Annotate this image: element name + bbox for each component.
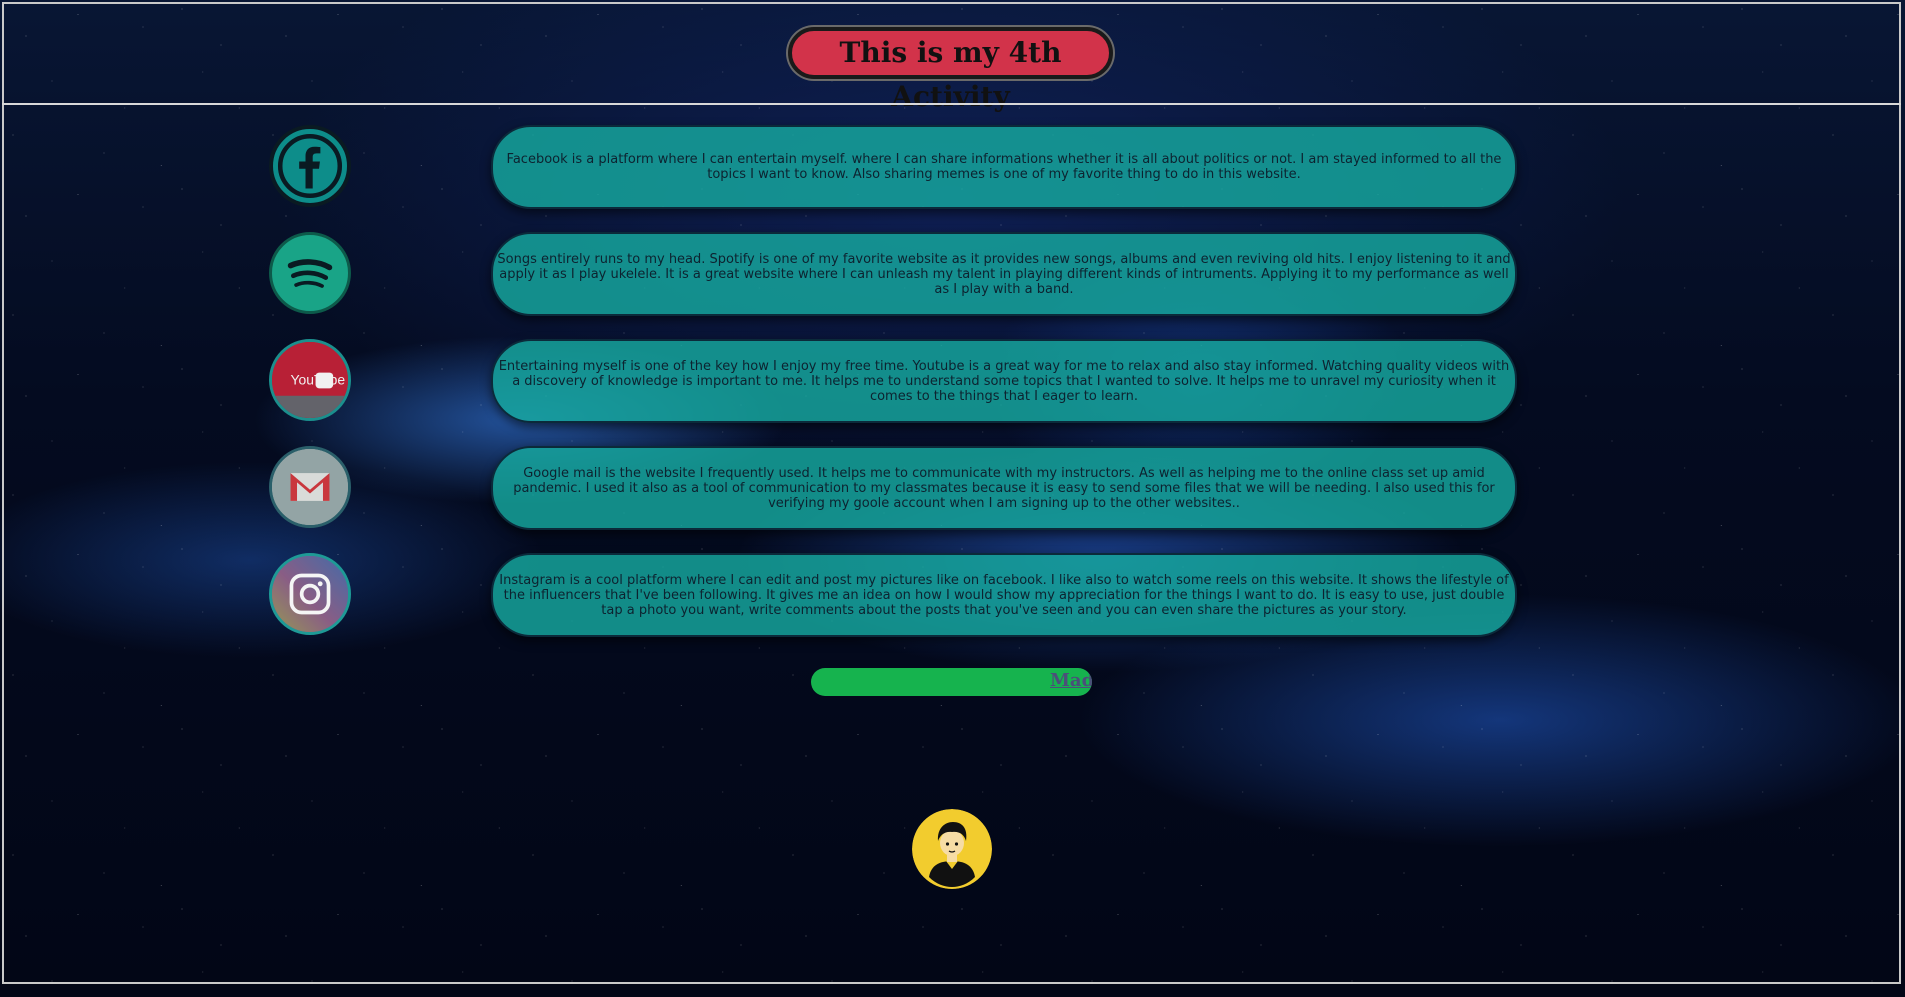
header-divider: [2, 103, 1901, 105]
instagram-icon[interactable]: [269, 553, 351, 635]
facebook-icon[interactable]: [269, 125, 351, 207]
youtube-description: Entertaining myself is one of the key ho…: [498, 358, 1510, 404]
gmail-description: Google mail is the website I frequently …: [513, 465, 1495, 511]
youtube-card: Entertaining myself is one of the key ho…: [491, 339, 1517, 423]
gmail-card: Google mail is the website I frequently …: [491, 446, 1517, 530]
instagram-card: Instagram is a cool platform where I can…: [491, 553, 1517, 637]
youtube-icon[interactable]: YouTube: [269, 339, 351, 421]
instagram-description: Instagram is a cool platform where I can…: [499, 572, 1509, 618]
spotify-card: Songs entirely runs to my head. Spotify …: [491, 232, 1517, 316]
facebook-description: Facebook is a platform where I can enter…: [506, 152, 1502, 182]
spotify-icon[interactable]: [269, 232, 351, 314]
page-title: This is my 4th Activity: [788, 27, 1113, 113]
marquee-link[interactable]: Made: [1050, 670, 1092, 691]
spotify-description: Songs entirely runs to my head. Spotify …: [497, 251, 1511, 297]
gmail-icon[interactable]: [269, 446, 351, 528]
facebook-card: Facebook is a platform where I can enter…: [491, 125, 1517, 209]
page: This is my 4th Activity YouTube: [0, 0, 1905, 997]
footer-marquee: Made: [811, 668, 1092, 696]
user-avatar-icon[interactable]: [912, 809, 992, 889]
